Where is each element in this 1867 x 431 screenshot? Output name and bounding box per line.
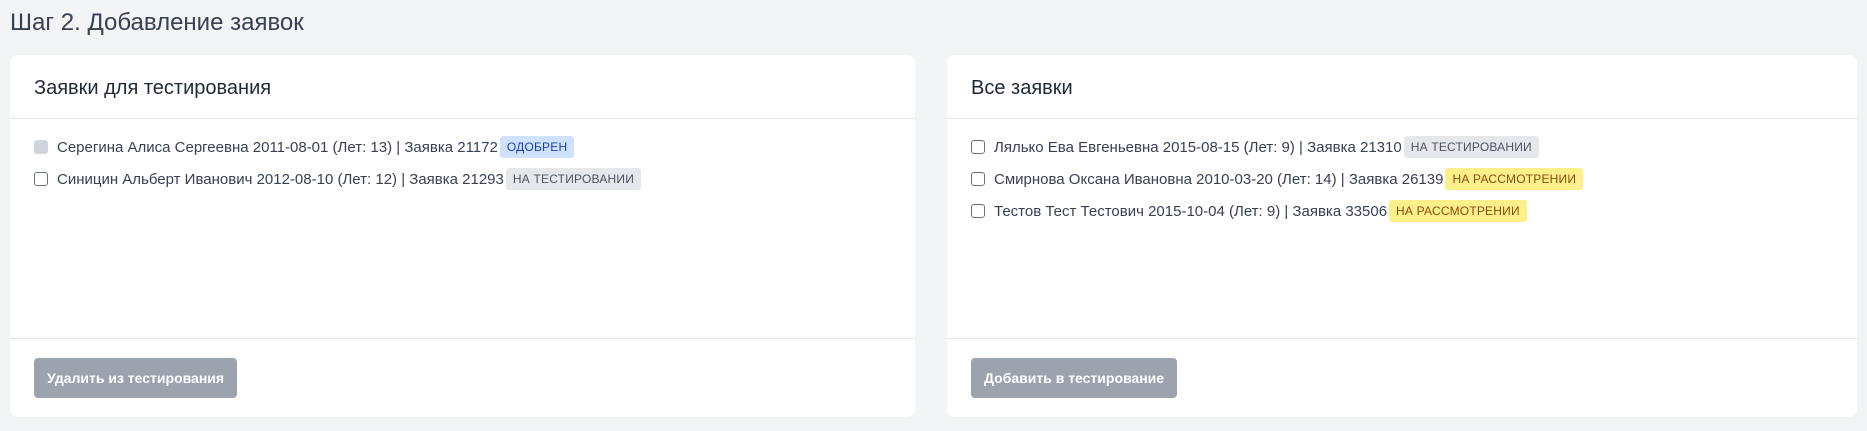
status-badge: НА ТЕСТИРОВАНИИ [505, 168, 642, 190]
request-checkbox[interactable] [971, 172, 985, 186]
testing-requests-list: Серегина Алиса Сергеевна 2011-08-01 (Лет… [10, 119, 915, 339]
request-checkbox[interactable] [971, 204, 985, 218]
remove-from-testing-button[interactable]: Удалить из тестирования [34, 358, 238, 398]
status-badge: НА ТЕСТИРОВАНИИ [1403, 136, 1539, 158]
all-requests-panel: Все заявки Лялько Ева Евгеньевна 2015-08… [947, 55, 1857, 417]
status-badge: ОДОБРЕН [499, 136, 575, 158]
request-checkbox[interactable] [34, 140, 48, 154]
status-badge: НА РАССМОТРЕНИИ [1389, 200, 1527, 222]
request-checkbox[interactable] [34, 172, 48, 186]
list-item: Синицин Альберт Иванович 2012-08-10 (Лет… [34, 163, 891, 195]
testing-requests-panel: Заявки для тестирования Серегина Алиса С… [10, 55, 915, 417]
request-label: Серегина Алиса Сергеевна 2011-08-01 (Лет… [57, 138, 498, 156]
add-to-testing-button[interactable]: Добавить в тестирование [971, 358, 1178, 398]
page-title: Шаг 2. Добавление заявок [10, 9, 304, 36]
list-item: Тестов Тест Тестович 2015-10-04 (Лет: 9)… [971, 195, 1833, 227]
request-checkbox[interactable] [971, 140, 985, 154]
testing-panel-footer: Удалить из тестирования [10, 339, 915, 398]
request-label: Тестов Тест Тестович 2015-10-04 (Лет: 9)… [994, 202, 1388, 220]
all-panel-footer: Добавить в тестирование [947, 339, 1857, 398]
request-label: Синицин Альберт Иванович 2012-08-10 (Лет… [57, 170, 504, 188]
all-panel-title: Все заявки [947, 55, 1857, 119]
testing-panel-title: Заявки для тестирования [10, 55, 915, 119]
request-label: Лялько Ева Евгеньевна 2015-08-15 (Лет: 9… [994, 138, 1402, 156]
all-requests-list: Лялько Ева Евгеньевна 2015-08-15 (Лет: 9… [947, 119, 1857, 339]
list-item: Смирнова Оксана Ивановна 2010-03-20 (Лет… [971, 163, 1833, 195]
request-label: Смирнова Оксана Ивановна 2010-03-20 (Лет… [994, 170, 1444, 188]
status-badge: НА РАССМОТРЕНИИ [1445, 168, 1584, 190]
list-item: Лялько Ева Евгеньевна 2015-08-15 (Лет: 9… [971, 131, 1833, 163]
list-item: Серегина Алиса Сергеевна 2011-08-01 (Лет… [34, 131, 891, 163]
